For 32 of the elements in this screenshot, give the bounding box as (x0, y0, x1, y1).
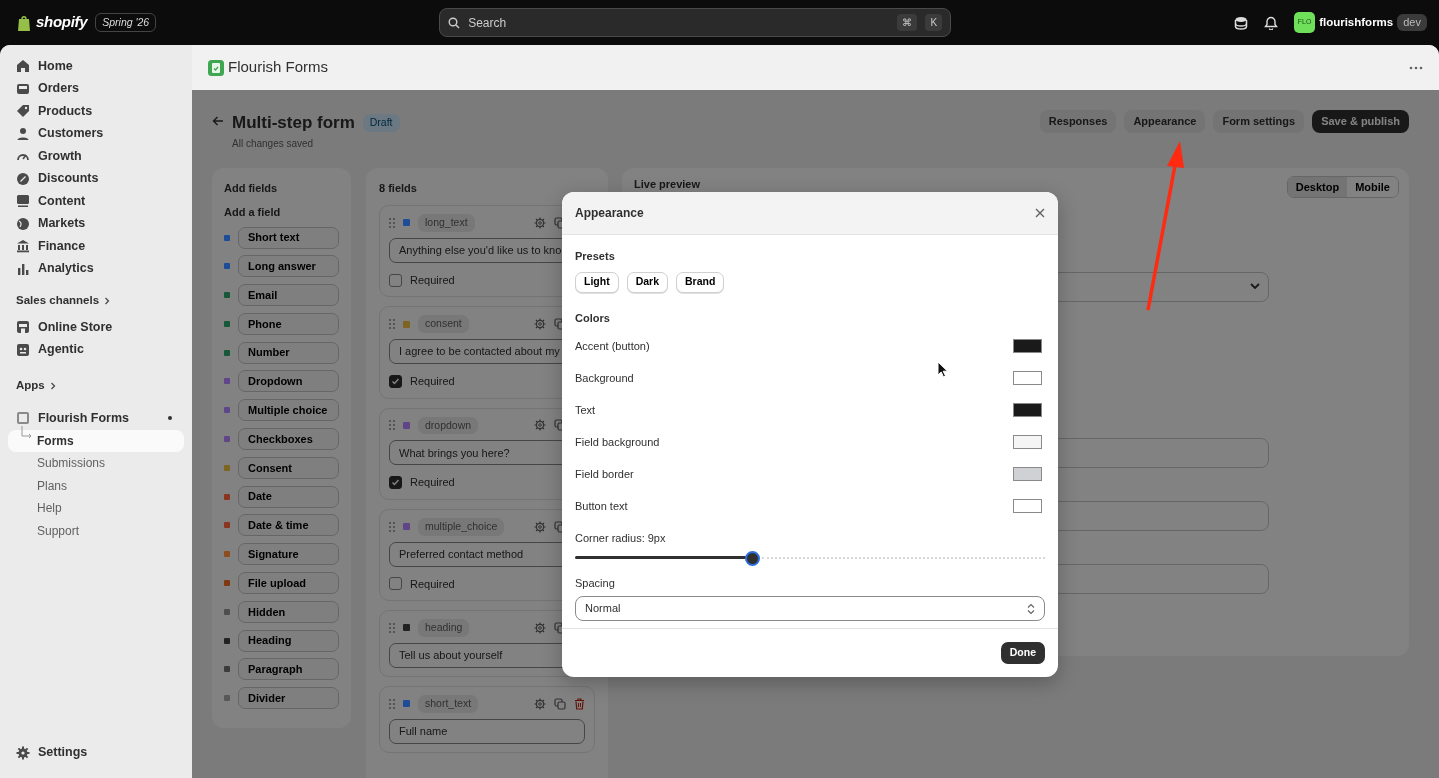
logo-text: shopify (36, 12, 88, 33)
checkbox-label: Required (410, 272, 455, 288)
checkbox-label: Required (410, 374, 455, 389)
edition-badge: Spring '26 (95, 12, 157, 33)
color-label: Background (575, 370, 634, 386)
color-label: Field border (575, 466, 634, 482)
save-status: All changes saved (232, 136, 315, 151)
field-label: Spacing (575, 575, 616, 591)
checkbox-label: Required (410, 475, 455, 491)
shortcut-key: K (925, 14, 943, 31)
field-type-tag: short_text (418, 694, 479, 713)
shortcut-key: ⌘ (897, 14, 918, 31)
panel-title: Add fields (224, 180, 279, 196)
field-type-tag: consent (418, 315, 469, 333)
checkbox-label: Required (410, 576, 455, 592)
modal-title: Appearance (575, 205, 645, 222)
panel-subtitle: Add a field (224, 205, 282, 220)
field-type-tag: heading (418, 619, 470, 637)
field-type-tag: long_text (418, 214, 475, 232)
page-title: Multi-step form (232, 112, 355, 134)
field-type-tag: dropdown (418, 416, 479, 435)
status-badge: Draft (362, 113, 400, 132)
panel-title: 8 fields (379, 180, 418, 196)
color-label: Text (575, 402, 596, 418)
app-name: Flourish Forms (38, 409, 130, 427)
panel-title: Live preview (634, 176, 701, 192)
app-title: Flourish Forms (228, 57, 329, 78)
environment-badge: dev (1397, 14, 1427, 31)
field-type-tag: multiple_choice (418, 517, 505, 536)
store-name: flourishforms (1319, 14, 1394, 30)
section-label: Colors (575, 310, 611, 326)
color-label: Button text (575, 498, 628, 514)
